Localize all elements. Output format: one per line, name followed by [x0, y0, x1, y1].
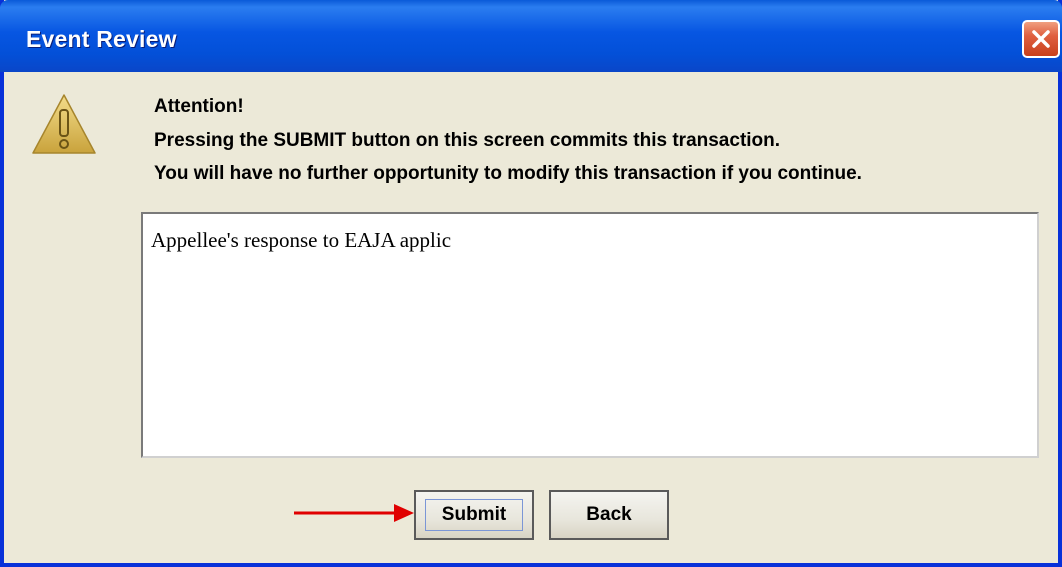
- close-icon: [1032, 30, 1050, 48]
- arrow-right-icon: [294, 504, 414, 522]
- warning-line-1: Pressing the SUBMIT button on this scree…: [154, 130, 781, 151]
- back-button[interactable]: Back: [549, 490, 669, 540]
- close-button[interactable]: [1022, 20, 1060, 58]
- warning-line-2: You will have no further opportunity to …: [154, 163, 862, 184]
- title-bar[interactable]: Event Review: [0, 0, 1062, 72]
- dialog-content: Attention! Pressing the SUBMIT button on…: [4, 72, 1058, 563]
- attention-heading: Attention!: [154, 96, 244, 117]
- submit-button[interactable]: Submit: [414, 490, 534, 540]
- description-textarea[interactable]: Appellee's response to EAJA applic: [141, 212, 1039, 458]
- window-title: Event Review: [26, 26, 177, 52]
- event-review-dialog: Event Review Attention! Pressing the SUB…: [0, 0, 1062, 567]
- back-button-label: Back: [586, 504, 632, 525]
- warning-icon: [32, 94, 96, 154]
- submit-button-label: Submit: [441, 504, 507, 525]
